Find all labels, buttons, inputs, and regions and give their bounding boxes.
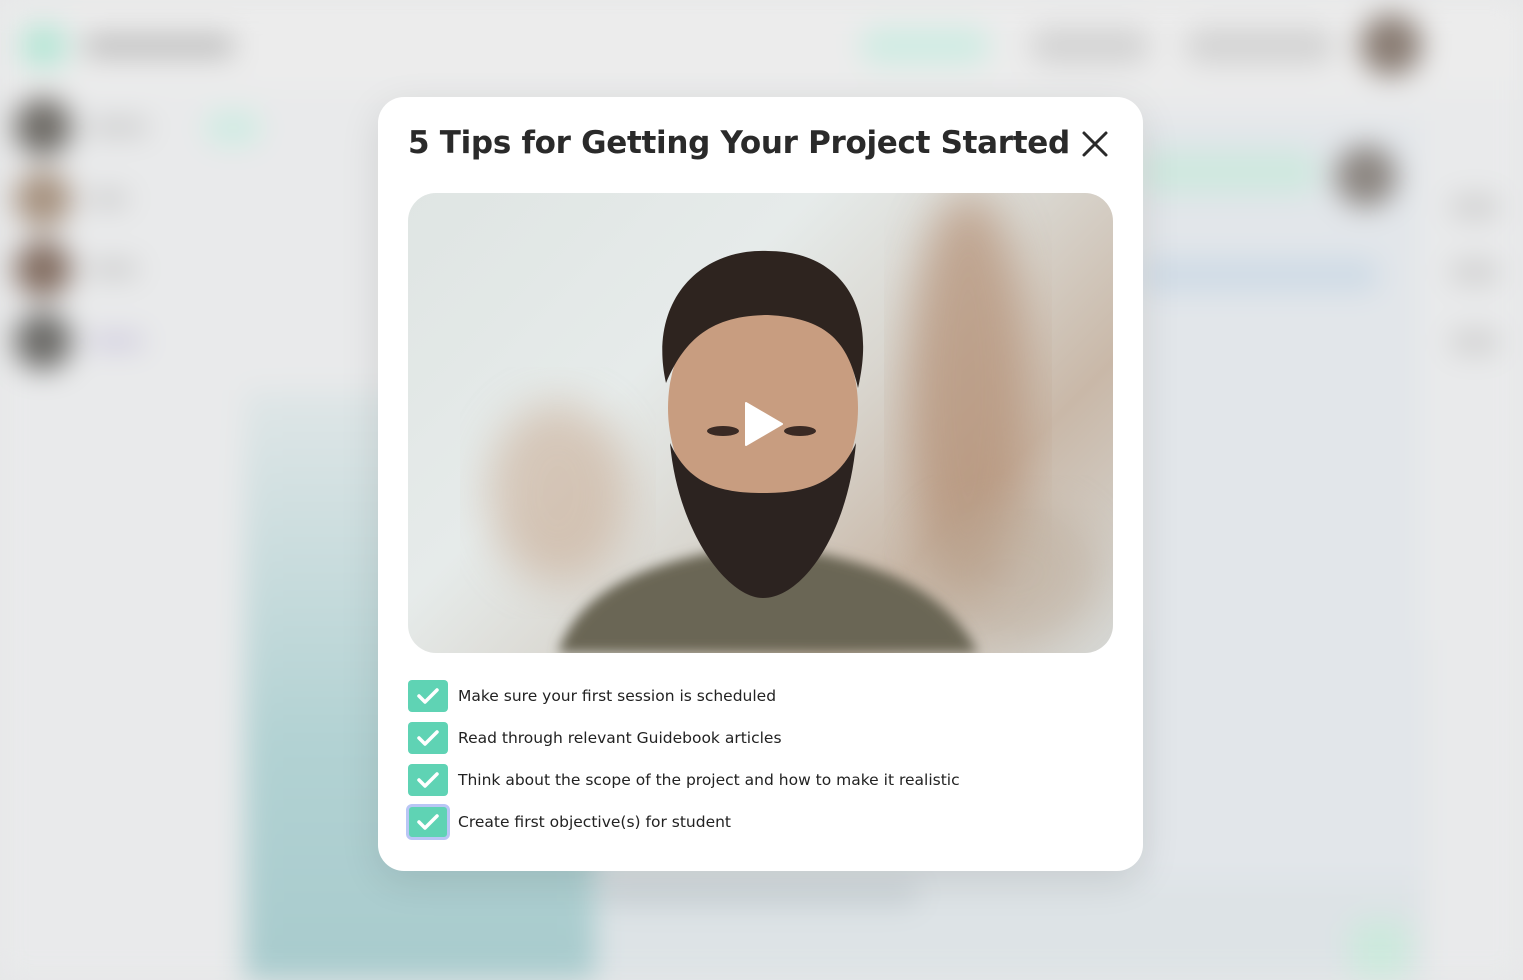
background-right-avatar: [1335, 145, 1397, 207]
close-button[interactable]: [1078, 127, 1112, 161]
video-player[interactable]: [408, 193, 1113, 653]
background-avatar: [1360, 14, 1422, 76]
checkbox[interactable]: [408, 680, 448, 712]
checklist-item: Make sure your first session is schedule…: [408, 675, 960, 717]
checklist-item: Read through relevant Guidebook articles: [408, 717, 960, 759]
checklist-item: Think about the scope of the project and…: [408, 759, 960, 801]
background-bottom-bar: [600, 880, 920, 908]
checkbox[interactable]: [408, 764, 448, 796]
checkbox[interactable]: [408, 722, 448, 754]
background-right-panel: [1140, 120, 1420, 880]
background-sidebar-avatar: [14, 312, 72, 370]
background-sidebar-line: [88, 334, 144, 348]
tips-modal: 5 Tips for Getting Your Project Started: [378, 97, 1143, 871]
background-top-button: [860, 28, 990, 64]
background-sidebar-line: [88, 192, 128, 206]
checkmark-icon: [417, 730, 439, 746]
background-sidebar-avatar: [14, 98, 72, 156]
checklist-item-label: Make sure your first session is schedule…: [458, 687, 777, 705]
modal-title: 5 Tips for Getting Your Project Started: [408, 125, 1070, 161]
background-far-right-item: [1450, 330, 1500, 354]
play-button[interactable]: [738, 399, 788, 449]
tips-checklist: Make sure your first session is schedule…: [406, 675, 960, 843]
background-sidebar-avatar: [14, 170, 72, 228]
background-far-right-item: [1450, 260, 1500, 284]
background-bottom-green: [1350, 920, 1410, 980]
background-sidebar-line: [88, 262, 138, 276]
background-right-bar: [1140, 258, 1380, 292]
background-top-button: [1030, 28, 1150, 64]
background-far-right-item: [1450, 195, 1500, 219]
checkmark-icon: [417, 688, 439, 704]
close-icon: [1082, 131, 1108, 157]
checklist-item-label: Think about the scope of the project and…: [458, 771, 960, 789]
background-logo-text: [84, 36, 234, 56]
checklist-item-label: Read through relevant Guidebook articles: [458, 729, 782, 747]
checkbox[interactable]: [406, 804, 450, 840]
play-icon: [745, 402, 783, 446]
background-top-button: [1185, 28, 1335, 64]
background-sidebar-pill: [205, 112, 261, 144]
background-sidebar-avatar: [14, 240, 72, 298]
checkmark-icon: [417, 772, 439, 788]
background-right-pill: [1140, 150, 1320, 194]
checkmark-icon: [417, 814, 439, 830]
background-sidebar-line: [88, 120, 148, 134]
checklist-item: Create first objective(s) for student: [406, 801, 960, 843]
background-logo: [22, 26, 66, 66]
checklist-item-label: Create first objective(s) for student: [458, 813, 732, 831]
